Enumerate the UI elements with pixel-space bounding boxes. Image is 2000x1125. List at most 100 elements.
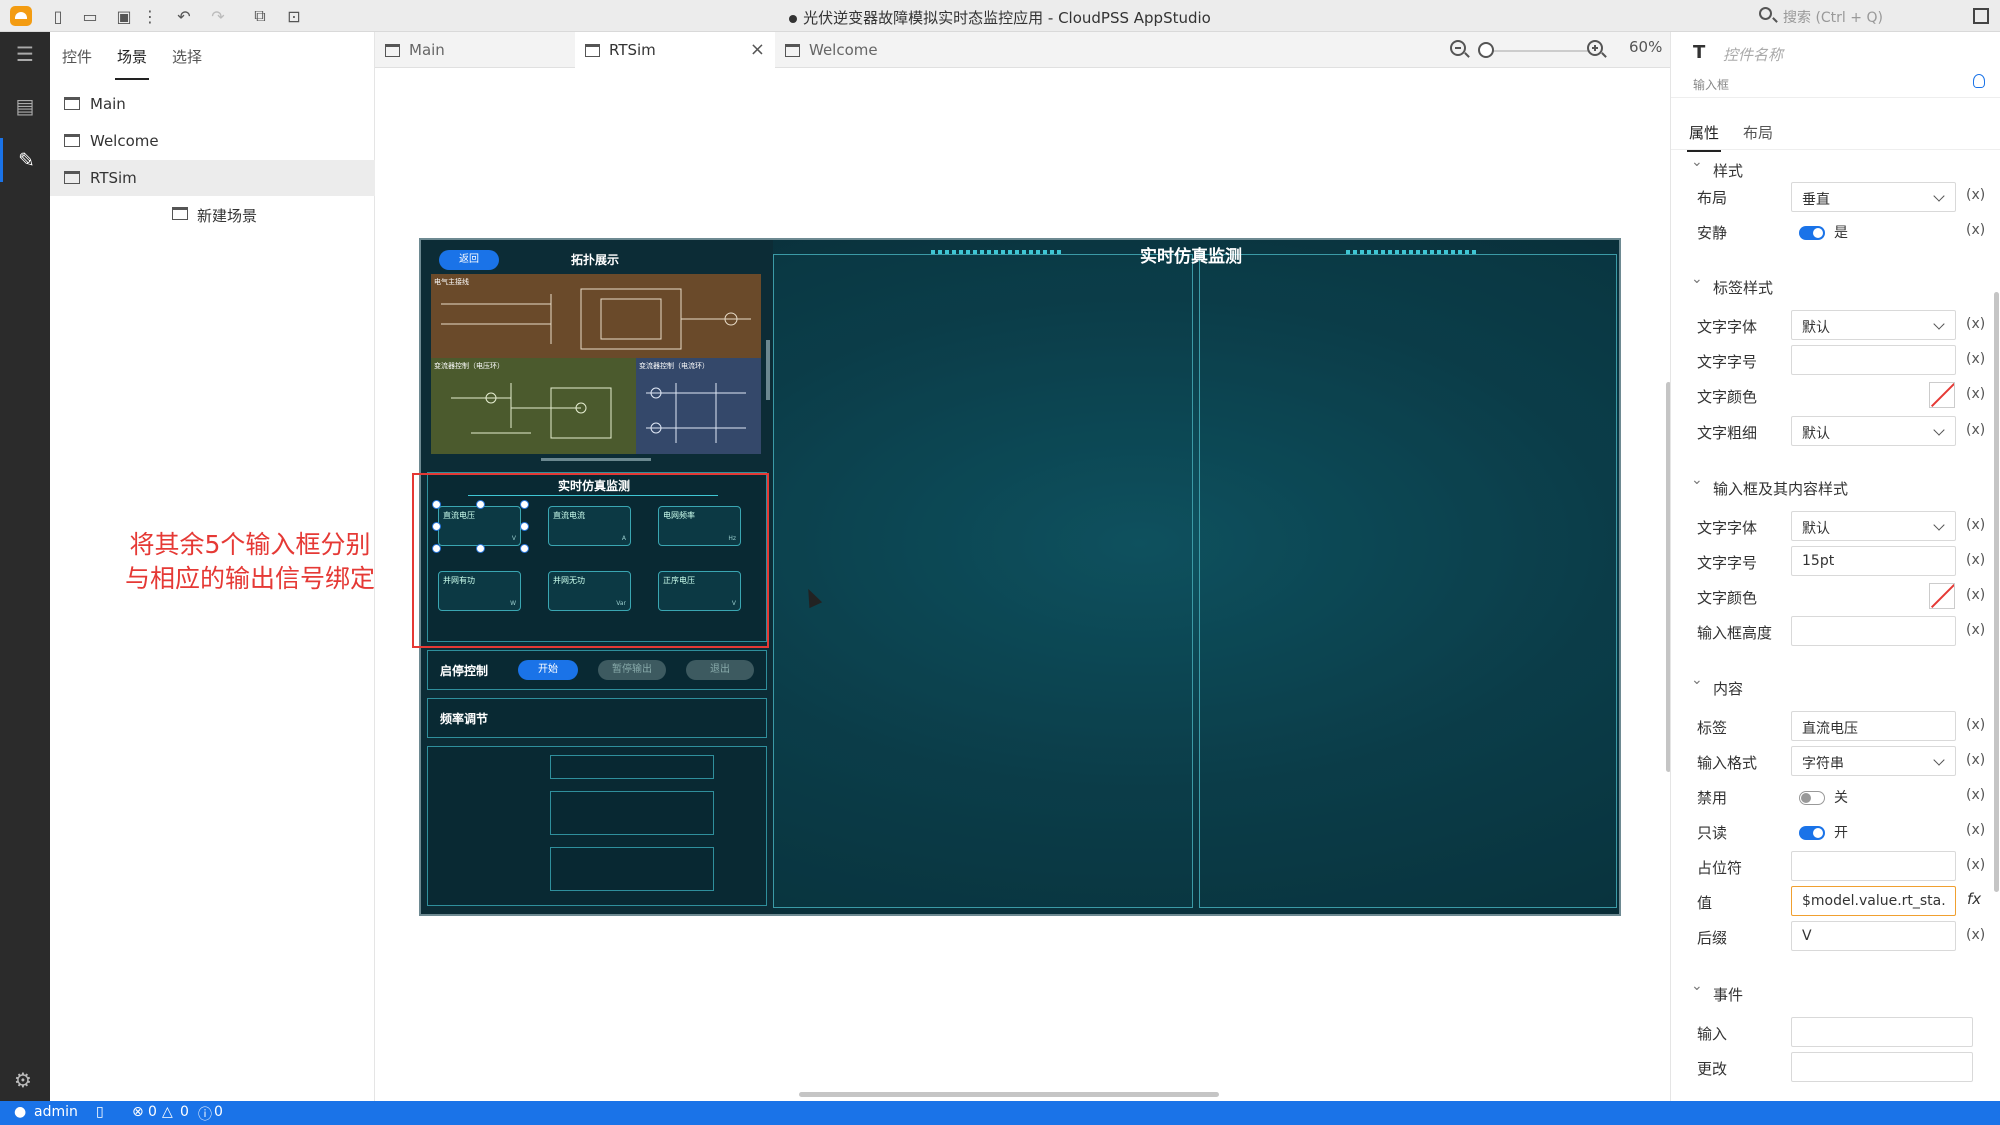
input-height-input[interactable] <box>1791 616 1956 646</box>
horizontal-scrollbar[interactable] <box>799 1092 1219 1097</box>
prop-label: 标签 <box>1697 719 1728 737</box>
bind-variable-button[interactable]: (x) <box>1966 422 1985 438</box>
frequency-section[interactable]: 频率调节 <box>427 698 767 738</box>
explorer-icon[interactable]: ☰ <box>0 32 50 76</box>
bind-variable-button[interactable]: (x) <box>1966 717 1985 733</box>
bind-variable-button[interactable]: (x) <box>1966 587 1985 603</box>
bind-variable-button[interactable]: (x) <box>1966 386 1985 402</box>
input-color-picker[interactable] <box>1929 583 1955 609</box>
scene-item-welcome[interactable]: Welcome <box>50 123 375 159</box>
freq-control-1[interactable] <box>550 755 714 779</box>
bind-variable-button[interactable]: (x) <box>1966 187 1985 203</box>
tab-selection[interactable]: 选择 <box>172 46 202 67</box>
value-input[interactable]: $model.value.rt_sta... <box>1791 886 1956 916</box>
info-count[interactable]: 0 <box>214 1104 223 1120</box>
pause-button[interactable]: 暂停输出 <box>598 660 666 680</box>
design-tools-icon[interactable]: ✎ <box>0 138 50 182</box>
tab-welcome[interactable]: Welcome <box>775 32 975 68</box>
gear-icon[interactable]: ⚙ <box>14 1068 36 1092</box>
close-icon[interactable]: × <box>750 39 765 60</box>
warning-count[interactable]: 0 <box>180 1104 189 1120</box>
exit-button[interactable]: 退出 <box>686 660 754 680</box>
input-event-field[interactable] <box>1791 1017 1973 1047</box>
frequency-controls-panel[interactable] <box>427 746 767 906</box>
bind-variable-button[interactable]: (x) <box>1966 316 1985 332</box>
monitor-panel-left[interactable] <box>773 254 1193 908</box>
section-style[interactable]: 样式 <box>1691 154 1743 181</box>
section-events[interactable]: 事件 <box>1691 978 1743 1005</box>
field-value: 15pt <box>1802 553 1835 569</box>
scene-item-rtsim[interactable]: RTSim <box>50 160 375 196</box>
bind-variable-button[interactable]: (x) <box>1966 622 1985 638</box>
tab-properties[interactable]: 属性 <box>1686 122 1722 152</box>
bind-variable-button[interactable]: (x) <box>1966 787 1985 803</box>
label-weight-select[interactable]: 默认 <box>1791 416 1956 446</box>
scene-item-main[interactable]: Main <box>50 86 375 122</box>
section-label-style[interactable]: 标签样式 <box>1691 271 1773 298</box>
frequency-title: 频率调节 <box>440 712 489 726</box>
back-button[interactable]: 返回 <box>439 250 499 270</box>
format-select[interactable]: 字符串 <box>1791 746 1956 776</box>
tab-controls[interactable]: 控件 <box>62 46 92 67</box>
bulb-icon[interactable] <box>1973 74 1985 88</box>
input-size-input[interactable]: 15pt <box>1791 546 1956 576</box>
component-name-input[interactable]: 控件名称 <box>1723 44 1783 65</box>
voltage-loop-diagram[interactable]: 变流器控制（电压环） <box>431 358 636 454</box>
tab-layout[interactable]: 布局 <box>1743 122 1773 143</box>
tab-scenes[interactable]: 场景 <box>114 46 150 80</box>
main-wiring-diagram[interactable]: 电气主接线 <box>431 274 761 358</box>
search-box[interactable]: 搜索 (Ctrl + Q) <box>1755 5 1970 27</box>
section-content[interactable]: 内容 <box>1691 672 1743 699</box>
bind-variable-button[interactable]: (x) <box>1966 822 1985 838</box>
file-icon[interactable]: ▯ <box>96 1104 104 1120</box>
fx-icon[interactable]: fx <box>1967 890 1981 908</box>
monitor-panel-right[interactable] <box>1199 254 1617 908</box>
bind-variable-button[interactable]: (x) <box>1966 927 1985 943</box>
disabled-toggle[interactable] <box>1799 791 1825 805</box>
new-scene-button[interactable]: 新建场景 <box>50 196 375 232</box>
section-input-style[interactable]: 输入框及其内容样式 <box>1691 472 1848 499</box>
tab-main[interactable]: Main <box>375 32 575 68</box>
bind-variable-button[interactable]: (x) <box>1966 222 1985 238</box>
freq-control-2[interactable] <box>550 791 714 835</box>
bind-variable-button[interactable]: (x) <box>1966 857 1985 873</box>
zoom-in-icon[interactable] <box>1587 40 1603 56</box>
quiet-toggle[interactable] <box>1799 226 1825 240</box>
zoom-slider-handle[interactable] <box>1478 42 1494 58</box>
topology-scrollbar[interactable] <box>766 340 770 400</box>
suffix-input[interactable]: V <box>1791 921 1956 951</box>
bind-variable-button[interactable]: (x) <box>1966 351 1985 367</box>
new-scene-label: 新建场景 <box>197 207 258 225</box>
label-input[interactable]: 直流电压 <box>1791 711 1956 741</box>
scene-panel-tabs: 控件 场景 选择 <box>50 32 375 80</box>
topology-title: 拓扑展示 <box>571 253 620 267</box>
input-font-select[interactable]: 默认 <box>1791 511 1956 541</box>
zoom-out-icon[interactable] <box>1450 40 1466 56</box>
user-name[interactable]: admin <box>34 1104 78 1120</box>
freq-control-3[interactable] <box>550 847 714 891</box>
tab-rtsim[interactable]: RTSim × <box>575 32 775 68</box>
bind-variable-button[interactable]: (x) <box>1966 517 1985 533</box>
start-button[interactable]: 开始 <box>518 660 578 680</box>
label-color-picker[interactable] <box>1929 382 1955 408</box>
topology-h-scrollbar[interactable] <box>541 458 651 461</box>
resources-icon[interactable]: ▤ <box>0 84 50 128</box>
bind-variable-button[interactable]: (x) <box>1966 752 1985 768</box>
zoom-slider[interactable] <box>1490 50 1590 52</box>
current-loop-diagram[interactable]: 变流器控制（电流环） <box>636 358 761 454</box>
change-event-field[interactable] <box>1791 1052 1973 1082</box>
bind-variable-button[interactable]: (x) <box>1966 552 1985 568</box>
placeholder-input[interactable] <box>1791 851 1956 881</box>
start-stop-section[interactable]: 启停控制 开始 暂停输出 退出 <box>427 650 767 690</box>
label-font-select[interactable]: 默认 <box>1791 310 1956 340</box>
readonly-toggle[interactable] <box>1799 826 1825 840</box>
label-size-input[interactable] <box>1791 345 1956 375</box>
layout-select[interactable]: 垂直 <box>1791 182 1956 212</box>
prop-label: 输入框高度 <box>1697 624 1773 642</box>
maximize-icon[interactable] <box>1973 8 1989 24</box>
prop-label: 输入格式 <box>1697 754 1758 772</box>
error-count[interactable]: 0 <box>148 1104 157 1120</box>
scene-label: Welcome <box>90 132 159 150</box>
voltage-loop-sketch <box>451 383 612 439</box>
properties-scrollbar[interactable] <box>1994 292 1999 892</box>
